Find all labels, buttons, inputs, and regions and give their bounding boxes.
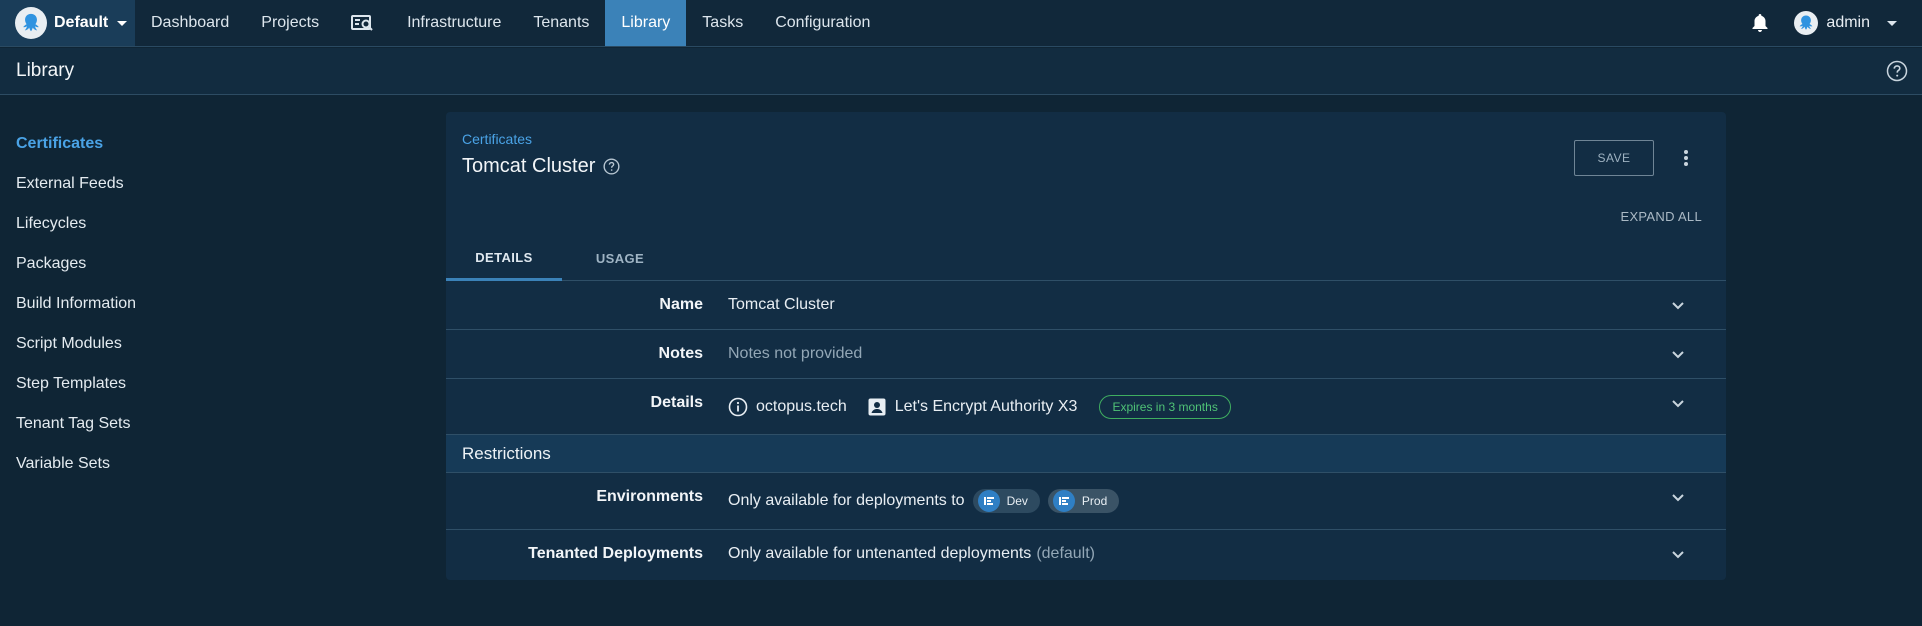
- certificate-subject: octopus.tech: [756, 398, 847, 415]
- sidebar-item-label: Step Templates: [16, 375, 126, 392]
- certificate-title: Tomcat Cluster: [462, 155, 620, 178]
- chevron-down-icon: [1672, 494, 1684, 502]
- environments-label: Environments: [596, 488, 703, 505]
- sidebar-item-packages[interactable]: Packages: [0, 244, 300, 284]
- sidebar-item-lifecycles[interactable]: Lifecycles: [0, 204, 300, 244]
- environments-value: Only available for deployments to Dev Pr…: [728, 489, 1120, 513]
- chevron-down-icon: [1672, 551, 1684, 559]
- sidebar-item-label: Packages: [16, 255, 87, 272]
- restrictions-heading: Restrictions: [446, 435, 1726, 473]
- sidebar-item-step-templates[interactable]: Step Templates: [0, 364, 300, 404]
- help-icon[interactable]: [1886, 60, 1908, 82]
- environment-chip-prod[interactable]: Prod: [1047, 489, 1120, 513]
- expand-all-button[interactable]: EXPAND ALL: [1620, 209, 1702, 224]
- notes-label: Notes: [658, 345, 703, 362]
- name-value: Tomcat Cluster: [728, 296, 835, 313]
- tenanted-deployments-row[interactable]: Tenanted Deployments Only available for …: [446, 530, 1726, 580]
- chevron-down-icon: [1672, 400, 1684, 408]
- nav-library-label: Library: [621, 14, 671, 31]
- tab-details[interactable]: DETAILS: [446, 236, 562, 281]
- info-icon: [728, 397, 748, 417]
- caret-down-icon: [1887, 21, 1897, 26]
- tab-bar: DETAILS USAGE: [446, 236, 1726, 281]
- nav-library[interactable]: Library: [605, 0, 687, 46]
- tenanted-deployments-default: (default): [1036, 545, 1096, 562]
- environment-icon: [1052, 489, 1076, 513]
- tab-usage[interactable]: USAGE: [562, 236, 678, 281]
- space-switcher[interactable]: Default: [0, 0, 135, 46]
- search-icon: [351, 15, 373, 31]
- nav-tenants[interactable]: Tenants: [517, 0, 605, 46]
- nav-configuration[interactable]: Configuration: [759, 0, 886, 46]
- sidebar-item-certificates[interactable]: Certificates: [0, 124, 300, 164]
- certificate-issuer: Let's Encrypt Authority X3: [894, 398, 1078, 415]
- certificate-card: Certificates Tomcat Cluster SAVE EXPAND …: [446, 112, 1726, 580]
- sidebar-item-label: Build Information: [16, 295, 137, 312]
- breadcrumb-certificates[interactable]: Certificates: [462, 131, 532, 147]
- details-value: octopus.tech Let's Encrypt Authority X3 …: [728, 395, 1231, 419]
- nav-projects-label: Projects: [261, 14, 320, 31]
- user-name: admin: [1826, 14, 1870, 31]
- user-avatar: [1794, 11, 1819, 35]
- caret-down-icon: [117, 21, 128, 26]
- nav-configuration-label: Configuration: [775, 14, 871, 31]
- bell-icon: [1752, 14, 1768, 32]
- chevron-down-icon: [1672, 351, 1684, 359]
- nav-tenants-label: Tenants: [533, 14, 590, 31]
- nav-dashboard[interactable]: Dashboard: [135, 0, 245, 46]
- more-options-button[interactable]: [1676, 146, 1696, 170]
- notes-value: Notes not provided: [728, 345, 863, 362]
- environment-chip-label: Prod: [1081, 494, 1108, 508]
- sidebar-item-tenant-tag-sets[interactable]: Tenant Tag Sets: [0, 404, 300, 444]
- octopus-avatar-icon: [1800, 15, 1813, 30]
- nav-tasks-label: Tasks: [702, 14, 744, 31]
- sidebar-item-script-modules[interactable]: Script Modules: [0, 324, 300, 364]
- environment-chip-label: Dev: [1006, 494, 1028, 508]
- details-label: Details: [650, 394, 703, 411]
- user-menu[interactable]: admin: [1794, 0, 1922, 46]
- nav-dashboard-label: Dashboard: [151, 14, 230, 31]
- name-label: Name: [659, 296, 703, 313]
- tenanted-deployments-label: Tenanted Deployments: [528, 545, 703, 562]
- tenanted-deployments-value: Only available for untenanted deployment…: [728, 545, 1095, 563]
- nav-projects[interactable]: Projects: [245, 0, 335, 46]
- details-row[interactable]: Details octopus.tech Let's Encrypt Autho…: [446, 379, 1726, 435]
- name-row[interactable]: Name Tomcat Cluster: [446, 281, 1726, 330]
- certificate-title-text: Tomcat Cluster: [462, 155, 596, 177]
- environment-chip-dev[interactable]: Dev: [972, 489, 1040, 513]
- space-name: Default: [54, 14, 109, 31]
- environments-row[interactable]: Environments Only available for deployme…: [446, 473, 1726, 530]
- sidebar-item-external-feeds[interactable]: External Feeds: [0, 164, 300, 204]
- top-navigation: Default Dashboard Projects Infrastructur…: [0, 0, 1922, 47]
- notes-row[interactable]: Notes Notes not provided: [446, 330, 1726, 379]
- save-button[interactable]: SAVE: [1574, 140, 1654, 176]
- environments-prefix: Only available for deployments to: [728, 492, 965, 509]
- tenanted-deployments-text: Only available for untenanted deployment…: [728, 545, 1032, 562]
- sidebar-item-label: External Feeds: [16, 175, 124, 192]
- chevron-down-icon: [1672, 302, 1684, 310]
- environment-icon: [977, 489, 1001, 513]
- nav-infrastructure[interactable]: Infrastructure: [391, 0, 517, 46]
- nav-search[interactable]: [335, 0, 391, 46]
- nav-infrastructure-label: Infrastructure: [407, 14, 502, 31]
- nav-tasks[interactable]: Tasks: [686, 0, 759, 46]
- help-icon[interactable]: [603, 158, 620, 175]
- page-header: Library: [0, 48, 1922, 95]
- page-title: Library: [16, 60, 75, 81]
- sidebar-item-label: Script Modules: [16, 335, 122, 352]
- expiry-badge: Expires in 3 months: [1099, 395, 1231, 419]
- library-sidebar: Certificates External Feeds Lifecycles P…: [0, 124, 300, 484]
- sidebar-item-label: Variable Sets: [16, 455, 110, 472]
- octopus-logo-icon: [15, 7, 47, 39]
- sidebar-item-label: Lifecycles: [16, 215, 87, 232]
- more-vertical-icon: [1684, 150, 1688, 166]
- notifications-button[interactable]: [1726, 0, 1794, 46]
- contact-card-icon: [868, 398, 886, 416]
- sidebar-item-label: Tenant Tag Sets: [16, 415, 131, 432]
- sidebar-item-build-information[interactable]: Build Information: [0, 284, 300, 324]
- sidebar-item-variable-sets[interactable]: Variable Sets: [0, 444, 300, 484]
- sidebar-item-label: Certificates: [16, 135, 104, 152]
